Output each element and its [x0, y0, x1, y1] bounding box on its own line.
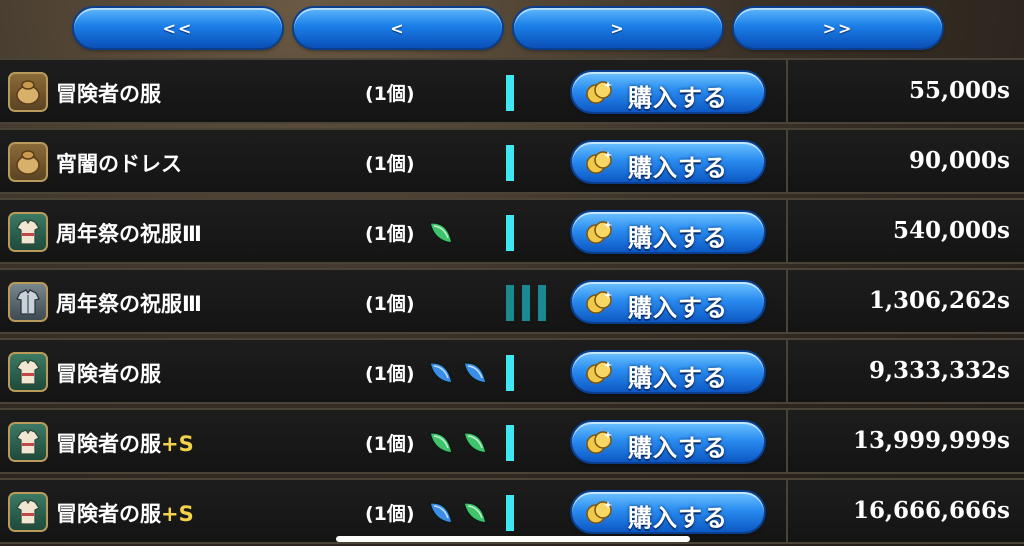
item-name: 宵闇のドレス — [56, 148, 182, 178]
list-item: 周年祭の祝服Ⅲ (1個) 購入する 1,306,262s — [0, 268, 1024, 334]
pouch-icon — [8, 142, 48, 182]
item-price: 55,000s — [909, 77, 1010, 104]
item-name-suffix: +S — [161, 432, 194, 456]
green-gem-icon — [460, 427, 490, 461]
item-quantity: (1個) — [365, 503, 415, 525]
item-price: 13,999,999s — [853, 427, 1010, 454]
buy-button-label: 購入する — [628, 224, 728, 252]
item-price: 16,666,666s — [853, 497, 1010, 524]
buy-button[interactable]: 購入する — [572, 422, 764, 462]
item-name: 周年祭の祝服Ⅲ — [56, 218, 202, 248]
stock-bar — [506, 285, 514, 321]
stock-bar — [506, 425, 514, 461]
stock-indicator — [506, 145, 514, 181]
stock-bar — [522, 285, 530, 321]
list-item: 冒険者の服 (1個) 購入する 9,333,332s — [0, 338, 1024, 404]
item-price: 540,000s — [893, 217, 1010, 244]
item-name: 冒険者の服 — [56, 358, 161, 388]
item-name-text: 冒険者の服 — [56, 82, 161, 106]
item-quantity: (1個) — [365, 153, 415, 175]
stock-bar — [506, 145, 514, 181]
item-name-text: 周年祭の祝服Ⅲ — [56, 222, 202, 246]
item-name-text: 冒険者の服 — [56, 362, 161, 386]
stock-bar — [506, 75, 514, 111]
stock-indicator — [506, 495, 514, 531]
item-gems — [426, 497, 490, 531]
home-indicator[interactable] — [336, 536, 690, 542]
buy-button[interactable]: 購入する — [572, 282, 764, 322]
stock-indicator — [506, 425, 514, 461]
stock-indicator — [506, 355, 514, 391]
list-item: 周年祭の祝服Ⅲ (1個) 購入する 540,000s — [0, 198, 1024, 264]
stock-bar — [506, 495, 514, 531]
item-gems — [426, 217, 456, 251]
list-item: 冒険者の服+S (1個) 購入する 16,666,666s — [0, 478, 1024, 544]
stock-indicator — [506, 285, 546, 321]
item-name-text: 冒険者の服 — [56, 502, 161, 526]
item-quantity: (1個) — [365, 363, 415, 385]
stock-indicator — [506, 75, 514, 111]
green-gem-icon — [426, 217, 456, 251]
tunic-icon — [8, 422, 48, 462]
list-item: 冒険者の服+S (1個) 購入する 13,999,999s — [0, 408, 1024, 474]
item-quantity: (1個) — [365, 223, 415, 245]
list-item: 宵闇のドレス (1個) 購入する 90,000s — [0, 128, 1024, 194]
tunic-icon — [8, 492, 48, 532]
item-price: 90,000s — [909, 147, 1010, 174]
buy-button[interactable]: 購入する — [572, 492, 764, 532]
pager: << < > >> — [74, 8, 950, 50]
green-gem-icon — [460, 497, 490, 531]
blue-gem-icon — [426, 357, 456, 391]
buy-button-label: 購入する — [628, 504, 728, 532]
buy-button[interactable]: 購入する — [572, 352, 764, 392]
list-item: 冒険者の服 (1個) 購入する 55,000s — [0, 58, 1024, 124]
pouch-icon — [8, 72, 48, 112]
item-name: 冒険者の服+S — [56, 428, 194, 458]
prev-page-button[interactable]: < — [294, 8, 502, 48]
item-quantity: (1個) — [365, 433, 415, 455]
buy-button-label: 購入する — [628, 364, 728, 392]
item-quantity: (1個) — [365, 83, 415, 105]
item-name-text: 冒険者の服 — [56, 432, 161, 456]
buy-button-label: 購入する — [628, 84, 728, 112]
tunic-icon — [8, 212, 48, 252]
green-gem-icon — [426, 427, 456, 461]
item-quantity: (1個) — [365, 293, 415, 315]
buy-button-label: 購入する — [628, 294, 728, 322]
armor-icon — [8, 282, 48, 322]
buy-button[interactable]: 購入する — [572, 212, 764, 252]
next-page-button[interactable]: > — [514, 8, 722, 48]
first-page-button[interactable]: << — [74, 8, 282, 48]
item-name: 冒険者の服+S — [56, 498, 194, 528]
item-name: 冒険者の服 — [56, 78, 161, 108]
item-name-suffix: +S — [161, 502, 194, 526]
item-name: 周年祭の祝服Ⅲ — [56, 288, 202, 318]
buy-button-label: 購入する — [628, 434, 728, 462]
blue-gem-icon — [426, 497, 456, 531]
buy-button[interactable]: 購入する — [572, 72, 764, 112]
stock-indicator — [506, 215, 514, 251]
stock-bar — [538, 285, 546, 321]
item-price: 1,306,262s — [869, 287, 1010, 314]
item-name-text: 周年祭の祝服Ⅲ — [56, 292, 202, 316]
blue-gem-icon — [460, 357, 490, 391]
item-price: 9,333,332s — [869, 357, 1010, 384]
buy-button-label: 購入する — [628, 154, 728, 182]
item-name-text: 宵闇のドレス — [56, 152, 182, 176]
tunic-icon — [8, 352, 48, 392]
item-gems — [426, 357, 490, 391]
stock-bar — [506, 215, 514, 251]
last-page-button[interactable]: >> — [734, 8, 942, 48]
buy-button[interactable]: 購入する — [572, 142, 764, 182]
stock-bar — [506, 355, 514, 391]
item-gems — [426, 427, 490, 461]
